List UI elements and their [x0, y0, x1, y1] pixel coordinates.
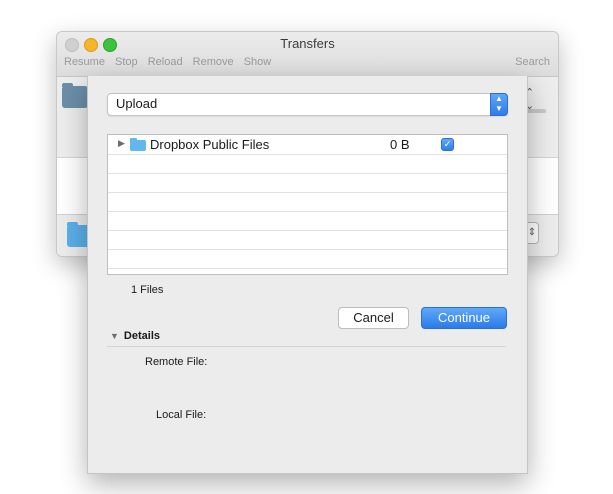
table-row — [108, 173, 507, 193]
search-button[interactable]: Search — [515, 56, 550, 68]
select-arrows-icon[interactable]: ▲ ▼ — [490, 93, 508, 116]
table-row[interactable]: ▶ Dropbox Public Files 0 B ✓ — [108, 135, 507, 155]
action-select-value: Upload — [116, 96, 158, 111]
table-row — [108, 154, 507, 174]
file-table[interactable]: ▶ Dropbox Public Files 0 B ✓ — [107, 134, 508, 275]
resume-button[interactable]: Resume — [64, 56, 105, 68]
disclosure-triangle-icon: ▼ — [110, 331, 119, 341]
file-name: Dropbox Public Files — [150, 137, 270, 152]
table-row — [108, 249, 507, 269]
table-row — [108, 192, 507, 212]
disclosure-triangle-icon[interactable]: ▶ — [118, 138, 125, 149]
toolbar: Resume Stop Reload Remove Show Search — [64, 56, 550, 72]
upload-sheet: Upload ▲ ▼ ▶ Dropbox Public Files 0 B ✓ 1… — [87, 76, 528, 474]
details-heading: Details — [123, 330, 160, 342]
file-size: 0 B — [390, 137, 410, 152]
table-row — [108, 211, 507, 231]
reload-button[interactable]: Reload — [148, 56, 183, 68]
file-checkbox[interactable]: ✓ — [441, 138, 454, 151]
continue-button[interactable]: Continue — [421, 307, 507, 329]
show-button[interactable]: Show — [244, 56, 272, 68]
title-bar: Transfers Resume Stop Reload Remove Show… — [57, 32, 558, 77]
window-title: Transfers — [280, 36, 335, 51]
remote-file-label: Remote File: — [145, 356, 208, 368]
action-select[interactable]: Upload ▲ ▼ — [107, 93, 508, 116]
local-file-label: Local File: — [156, 409, 207, 421]
file-count: 1 Files — [131, 284, 164, 296]
details-toggle[interactable]: ▼ Details — [110, 330, 160, 342]
table-row — [108, 230, 507, 250]
cancel-button[interactable]: Cancel — [338, 307, 409, 329]
sync-folder-icon — [62, 83, 88, 108]
stop-button[interactable]: Stop — [115, 56, 138, 68]
folder-icon — [130, 138, 146, 151]
divider — [107, 346, 506, 347]
remove-button[interactable]: Remove — [193, 56, 234, 68]
